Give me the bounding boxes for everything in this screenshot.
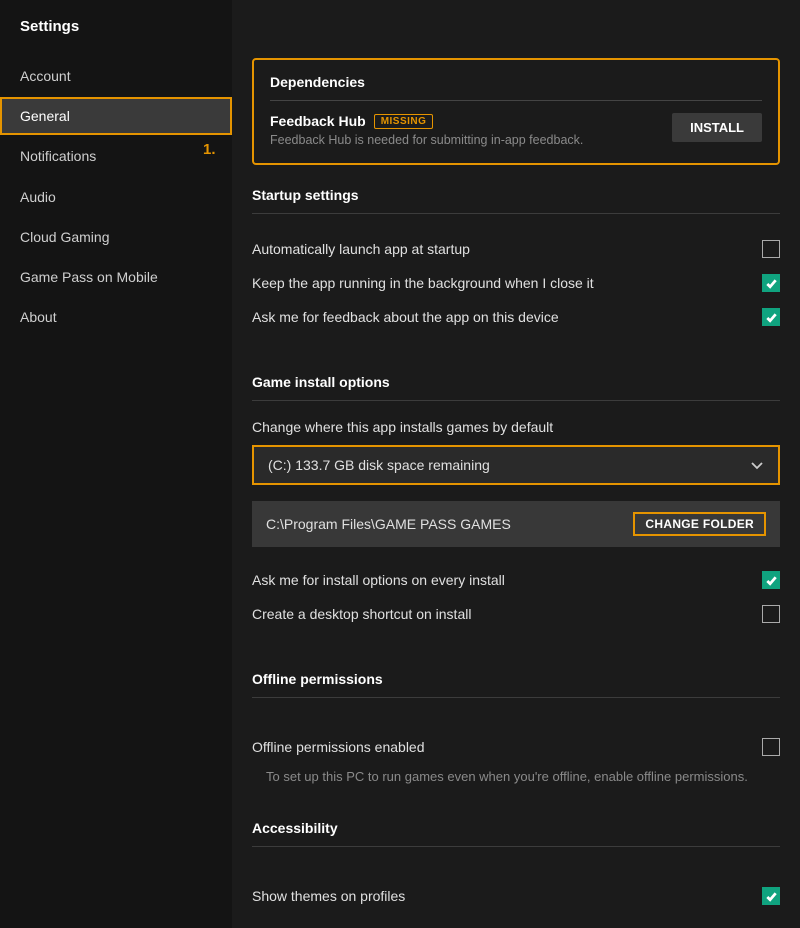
offline-enabled-checkbox[interactable] (762, 738, 780, 756)
ask-feedback-label: Ask me for feedback about the app on thi… (252, 309, 559, 325)
startup-section: Startup settings Automatically launch ap… (252, 187, 780, 334)
show-themes-label: Show themes on profiles (252, 888, 405, 904)
sidebar-item-notifications[interactable]: Notifications (0, 137, 232, 175)
page-title: Settings (0, 18, 232, 57)
install-section: Game install options Change where this a… (252, 374, 780, 631)
sidebar-item-about[interactable]: About (0, 298, 232, 336)
ask-install-options-checkbox[interactable] (762, 571, 780, 589)
offline-description: To set up this PC to run games even when… (252, 768, 780, 786)
offline-section: Offline permissions Offline permissions … (252, 671, 780, 786)
drive-select[interactable]: (C:) 133.7 GB disk space remaining (252, 445, 780, 485)
dependencies-card: Dependencies Feedback Hub MISSING Feedba… (252, 58, 780, 165)
show-themes-checkbox[interactable] (762, 887, 780, 905)
accessibility-heading: Accessibility (252, 820, 780, 847)
sidebar-item-account[interactable]: Account (0, 57, 232, 95)
install-button[interactable]: INSTALL (672, 113, 762, 142)
chevron-down-icon (750, 458, 764, 472)
dependencies-heading: Dependencies (270, 74, 762, 101)
auto-launch-label: Automatically launch app at startup (252, 241, 470, 257)
auto-launch-checkbox[interactable] (762, 240, 780, 258)
install-where-label: Change where this app installs games by … (252, 419, 780, 435)
install-path-text: C:\Program Files\GAME PASS GAMES (266, 516, 511, 532)
offline-heading: Offline permissions (252, 671, 780, 698)
sidebar-item-game-pass-on-mobile[interactable]: Game Pass on Mobile (0, 258, 232, 296)
install-heading: Game install options (252, 374, 780, 401)
sidebar-item-cloud-gaming[interactable]: Cloud Gaming (0, 218, 232, 256)
keep-running-label: Keep the app running in the background w… (252, 275, 594, 291)
settings-main-panel: 2. 3. Dependencies Feedback Hub MISSING … (232, 0, 800, 928)
desktop-shortcut-checkbox[interactable] (762, 605, 780, 623)
dependency-name: Feedback Hub (270, 113, 366, 129)
keep-running-checkbox[interactable] (762, 274, 780, 292)
offline-enabled-label: Offline permissions enabled (252, 739, 425, 755)
settings-sidebar: Settings AccountGeneralNotificationsAudi… (0, 0, 232, 928)
dependency-description: Feedback Hub is needed for submitting in… (270, 133, 583, 147)
drive-select-text: (C:) 133.7 GB disk space remaining (268, 457, 490, 473)
sidebar-item-audio[interactable]: Audio (0, 178, 232, 216)
desktop-shortcut-label: Create a desktop shortcut on install (252, 606, 471, 622)
ask-install-options-label: Ask me for install options on every inst… (252, 572, 505, 588)
sidebar-item-general[interactable]: General (0, 97, 232, 135)
change-folder-button[interactable]: CHANGE FOLDER (633, 512, 766, 536)
install-path-row: C:\Program Files\GAME PASS GAMES CHANGE … (252, 501, 780, 547)
accessibility-section: Accessibility Show themes on profiles (252, 820, 780, 913)
ask-feedback-checkbox[interactable] (762, 308, 780, 326)
missing-badge: MISSING (374, 114, 434, 129)
startup-heading: Startup settings (252, 187, 780, 214)
